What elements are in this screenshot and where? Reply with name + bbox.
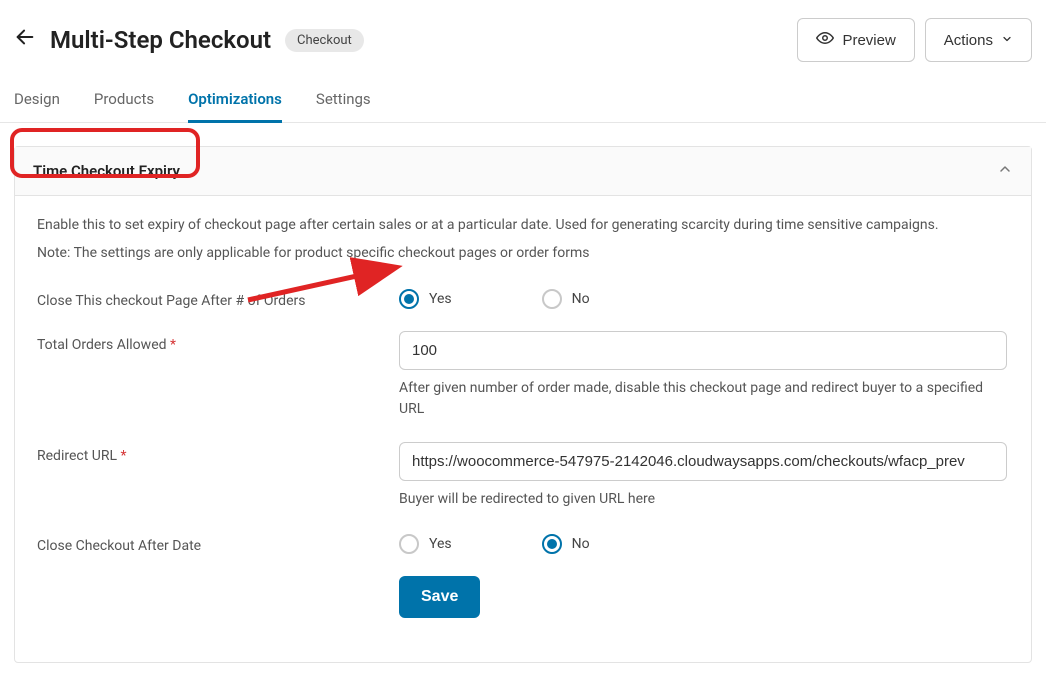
- close-after-date-yes[interactable]: Yes: [399, 534, 452, 554]
- preview-label: Preview: [842, 32, 895, 49]
- close-after-orders-no[interactable]: No: [542, 289, 590, 309]
- back-arrow-icon[interactable]: [14, 26, 36, 54]
- radio-icon: [399, 289, 419, 309]
- radio-icon: [542, 289, 562, 309]
- close-after-orders-label: Close This checkout Page After # of Orde…: [37, 287, 399, 309]
- redirect-url-help: Buyer will be redirected to given URL he…: [399, 489, 1007, 510]
- radio-label: No: [572, 536, 590, 552]
- required-mark: *: [170, 337, 176, 353]
- radio-label: Yes: [429, 291, 452, 307]
- tab-design[interactable]: Design: [14, 80, 60, 123]
- actions-button[interactable]: Actions: [925, 18, 1032, 62]
- total-orders-label: Total Orders Allowed *: [37, 331, 399, 353]
- close-after-date-label: Close Checkout After Date: [37, 532, 399, 554]
- radio-icon: [542, 534, 562, 554]
- type-badge: Checkout: [285, 29, 364, 52]
- preview-button[interactable]: Preview: [797, 18, 914, 62]
- chevron-up-icon: [997, 161, 1013, 181]
- tab-products[interactable]: Products: [94, 80, 154, 123]
- redirect-url-label: Redirect URL *: [37, 442, 399, 464]
- time-checkout-expiry-panel: Time Checkout Expiry Enable this to set …: [14, 146, 1032, 663]
- required-mark: *: [121, 448, 127, 464]
- close-after-orders-yes[interactable]: Yes: [399, 289, 452, 309]
- panel-header[interactable]: Time Checkout Expiry: [15, 147, 1031, 196]
- close-after-date-no[interactable]: No: [542, 534, 590, 554]
- total-orders-help: After given number of order made, disabl…: [399, 378, 1007, 420]
- radio-label: No: [572, 291, 590, 307]
- total-orders-input[interactable]: [399, 331, 1007, 370]
- panel-note: Note: The settings are only applicable f…: [37, 242, 1009, 264]
- actions-label: Actions: [944, 32, 993, 49]
- radio-label: Yes: [429, 536, 452, 552]
- tabs: Design Products Optimizations Settings: [0, 80, 1046, 123]
- tab-optimizations[interactable]: Optimizations: [188, 80, 282, 123]
- tab-settings[interactable]: Settings: [316, 80, 371, 123]
- chevron-down-icon: [1001, 32, 1013, 49]
- redirect-url-input[interactable]: [399, 442, 1007, 481]
- page-title: Multi-Step Checkout: [50, 26, 271, 54]
- radio-icon: [399, 534, 419, 554]
- panel-title: Time Checkout Expiry: [33, 162, 180, 180]
- panel-description: Enable this to set expiry of checkout pa…: [37, 214, 1009, 236]
- eye-icon: [816, 29, 834, 51]
- save-button[interactable]: Save: [399, 576, 480, 618]
